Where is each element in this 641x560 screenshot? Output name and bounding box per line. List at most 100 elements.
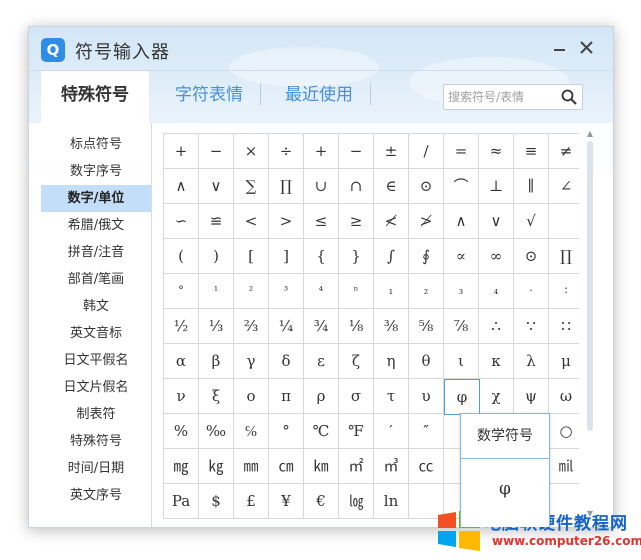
search-input[interactable] [448, 88, 556, 106]
sidebar-item[interactable]: 部首/笔画 [41, 266, 151, 293]
symbol-cell[interactable]: ㎏ [199, 449, 234, 484]
symbol-cell[interactable]: ε [304, 344, 339, 379]
sidebar-item[interactable]: 拼音/注音 [41, 239, 151, 266]
symbol-cell[interactable]: ₃ [444, 274, 479, 309]
symbol-cell[interactable]: ∏ [269, 169, 304, 204]
symbol-cell[interactable]: ㎡ [339, 449, 374, 484]
symbol-cell[interactable]: ∠ [549, 169, 579, 204]
symbol-cell[interactable]: ¼ [269, 309, 304, 344]
symbol-cell[interactable]: ⅝ [409, 309, 444, 344]
symbol-cell[interactable]: ⁿ [339, 274, 374, 309]
symbol-cell[interactable]: υ [409, 379, 444, 414]
symbol-cell[interactable]: < [234, 204, 269, 239]
search-box[interactable] [443, 84, 583, 110]
symbol-cell[interactable]: ∮ [409, 239, 444, 274]
symbol-cell[interactable]: $ [199, 484, 234, 519]
symbol-cell[interactable]: ∕ [409, 134, 444, 169]
symbol-cell[interactable]: ρ [304, 379, 339, 414]
symbol-cell[interactable]: ξ [199, 379, 234, 414]
symbol-cell[interactable]: σ [339, 379, 374, 414]
sidebar-item[interactable]: 英文音标 [41, 320, 151, 347]
symbol-cell[interactable]: ⅜ [374, 309, 409, 344]
tab-special-symbols[interactable]: 特殊符号 [41, 71, 149, 123]
sidebar-item[interactable]: 特殊符号 [41, 428, 151, 455]
scroll-up-icon[interactable]: ▲ [585, 129, 595, 139]
symbol-cell[interactable]: λ [514, 344, 549, 379]
symbol-cell[interactable]: ⌒ [444, 169, 479, 204]
symbol-cell[interactable]: ∽ [164, 204, 199, 239]
symbol-cell[interactable]: ∥ [514, 169, 549, 204]
sidebar-item[interactable]: 数字序号 [41, 158, 151, 185]
symbol-cell[interactable]: ² [234, 274, 269, 309]
symbol-cell[interactable]: π [269, 379, 304, 414]
symbol-cell[interactable]: ≠ [549, 134, 579, 169]
symbol-cell[interactable]: γ [234, 344, 269, 379]
minimize-button[interactable] [549, 37, 571, 59]
symbol-cell[interactable]: ㏒ [339, 484, 374, 519]
symbol-cell[interactable]: ψ [514, 379, 549, 414]
sidebar-item[interactable]: 标点符号 [41, 131, 151, 158]
symbol-cell[interactable]: ∵ [514, 309, 549, 344]
symbol-cell[interactable]: ₁ [374, 274, 409, 309]
symbol-cell[interactable]: × [234, 134, 269, 169]
sidebar-item[interactable]: 韩文 [41, 293, 151, 320]
symbol-cell[interactable]: ∶ [549, 274, 579, 309]
symbol-cell[interactable]: ‰ [199, 414, 234, 449]
tab-emoticons[interactable]: 字符表情 [159, 71, 259, 123]
symbol-cell[interactable]: ¹ [199, 274, 234, 309]
symbol-cell[interactable]: ° [269, 414, 304, 449]
symbol-cell[interactable]: £ [234, 484, 269, 519]
symbol-cell[interactable]: − [199, 134, 234, 169]
symbol-cell[interactable]: € [304, 484, 339, 519]
symbol-cell[interactable]: · [514, 274, 549, 309]
symbol-cell[interactable]: % [164, 414, 199, 449]
symbol-cell[interactable]: ₄ [479, 274, 514, 309]
symbol-cell[interactable]: ⁴ [304, 274, 339, 309]
symbol-cell[interactable]: ¥ [269, 484, 304, 519]
symbol-cell[interactable]: χ [479, 379, 514, 414]
symbol-cell[interactable]: ½ [164, 309, 199, 344]
sidebar-item[interactable]: 制表符 [41, 401, 151, 428]
symbol-cell[interactable]: ≈ [479, 134, 514, 169]
symbol-cell[interactable]: β [199, 344, 234, 379]
symbol-cell[interactable]: ㏕ [549, 449, 579, 484]
symbol-cell[interactable]: τ [374, 379, 409, 414]
symbol-cell[interactable]: Pa [164, 484, 199, 519]
symbol-cell[interactable]: ≡ [514, 134, 549, 169]
symbol-cell[interactable]: ≮ [374, 204, 409, 239]
sidebar-item[interactable]: 数字/单位 [41, 185, 151, 212]
symbol-cell[interactable]: ℅ [234, 414, 269, 449]
symbol-cell[interactable]: ㎥ [374, 449, 409, 484]
symbol-cell[interactable]: κ [479, 344, 514, 379]
symbol-cell[interactable]: ″ [409, 414, 444, 449]
symbol-cell[interactable]: [ [234, 239, 269, 274]
symbol-cell[interactable]: θ [409, 344, 444, 379]
symbol-cell[interactable] [549, 204, 579, 239]
symbol-cell[interactable]: + [304, 134, 339, 169]
symbol-cell[interactable]: ⊙ [409, 169, 444, 204]
symbol-cell[interactable]: ¾ [304, 309, 339, 344]
sidebar-item[interactable]: 时间/日期 [41, 455, 151, 482]
symbol-cell[interactable]: δ [269, 344, 304, 379]
symbol-cell[interactable]: { [304, 239, 339, 274]
symbol-cell[interactable]: = [444, 134, 479, 169]
symbol-cell[interactable]: ⅓ [199, 309, 234, 344]
symbol-cell[interactable]: φ [444, 379, 480, 415]
symbol-cell[interactable]: ㎞ [304, 449, 339, 484]
symbol-cell[interactable]: ₂ [409, 274, 444, 309]
symbol-cell[interactable]: η [374, 344, 409, 379]
symbol-cell[interactable]: ι [444, 344, 479, 379]
symbol-cell[interactable]: ω [549, 379, 579, 414]
symbol-cell[interactable]: μ [549, 344, 579, 379]
close-button[interactable] [576, 37, 598, 59]
symbol-cell[interactable]: ∫ [374, 239, 409, 274]
symbol-cell[interactable]: ∴ [479, 309, 514, 344]
tab-recent[interactable]: 最近使用 [269, 71, 369, 123]
symbol-cell[interactable]: α [164, 344, 199, 379]
symbol-cell[interactable]: ≤ [304, 204, 339, 239]
symbol-cell[interactable]: ζ [339, 344, 374, 379]
symbol-cell[interactable]: ⅔ [234, 309, 269, 344]
symbol-cell[interactable]: ∧ [444, 204, 479, 239]
symbol-cell[interactable]: − [339, 134, 374, 169]
sidebar-item[interactable]: 日文平假名 [41, 347, 151, 374]
